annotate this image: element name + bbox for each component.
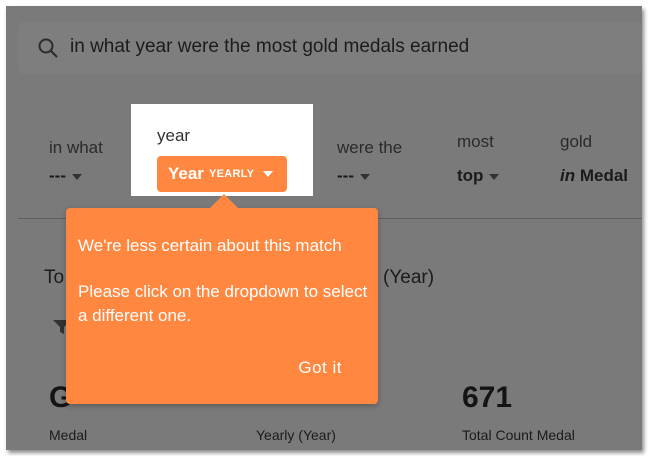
year-dropdown-value: Year [168, 164, 204, 183]
stat-label: Total Count Medal [462, 427, 575, 443]
search-query[interactable]: in what year were the most gold medals e… [70, 36, 469, 58]
token-in-what[interactable]: in what --- [49, 138, 103, 186]
stat-total-count: 671 Total Count Medal [462, 381, 575, 443]
app-frame: in what year were the most gold medals e… [6, 6, 642, 450]
token-label: gold [560, 132, 593, 151]
uncertainty-popover: We're less certain about this match Plea… [66, 194, 378, 404]
token-were-the[interactable]: were the --- [337, 138, 402, 186]
popover-title: We're less certain about this match [78, 236, 342, 255]
token-value[interactable]: in Medal [560, 166, 628, 186]
token-value[interactable]: --- [337, 166, 402, 186]
got-it-button[interactable]: Got it [298, 358, 342, 378]
stat-label: Yearly (Year) [256, 427, 336, 443]
stat-label: Medal [49, 427, 88, 443]
token-label: in what [49, 138, 103, 157]
popover-pointer [210, 194, 238, 208]
popover-body: Please click on the dropdown to select a… [78, 282, 368, 325]
search-bar[interactable]: in what year were the most gold medals e… [18, 22, 642, 74]
chevron-down-icon [263, 171, 274, 177]
year-dropdown-button[interactable]: Year YEARLY [157, 156, 288, 192]
chevron-down-icon [359, 173, 370, 180]
year-dropdown-badge: YEARLY [208, 168, 255, 180]
token-label: year [157, 126, 191, 145]
token-value[interactable]: top [457, 166, 500, 186]
stat-value: 671 [462, 381, 513, 414]
token-most[interactable]: most top [457, 132, 500, 186]
chevron-down-icon [489, 173, 500, 180]
token-label: most [457, 132, 494, 151]
chevron-down-icon [71, 173, 82, 180]
search-icon [38, 38, 58, 58]
token-year-highlight: year Year YEARLY [131, 104, 313, 196]
token-gold[interactable]: gold in Medal [560, 132, 628, 186]
token-row: in what --- year Year YEARLY were the --… [18, 88, 642, 219]
token-value[interactable]: --- [49, 166, 103, 186]
result-title: To [44, 267, 65, 288]
token-label: were the [337, 138, 403, 157]
